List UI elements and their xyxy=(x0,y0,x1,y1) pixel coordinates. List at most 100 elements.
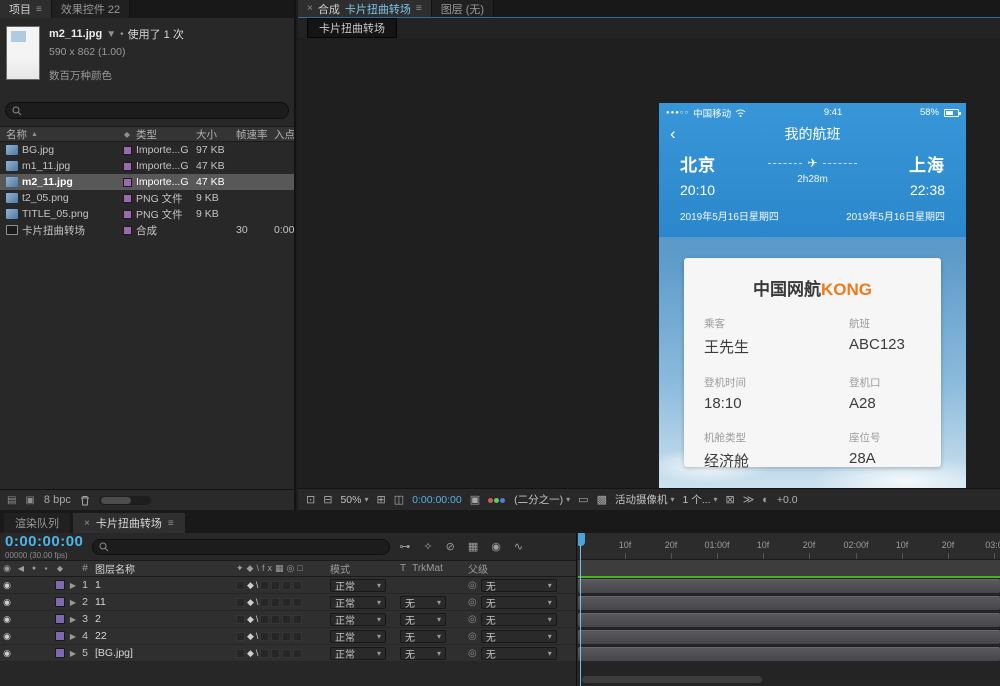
column-header-fps[interactable]: 帧速率 xyxy=(236,127,274,142)
lock-toggle[interactable] xyxy=(40,628,52,644)
switch-box[interactable] xyxy=(293,632,302,641)
pixel-aspect-correction-icon[interactable]: ⊠ xyxy=(726,493,735,506)
current-time-display[interactable]: 0:00:00:00 xyxy=(412,494,462,506)
panel-menu-icon[interactable]: ≡ xyxy=(416,3,422,14)
table-row[interactable]: BG.jpg Importe...G 97 KB xyxy=(0,142,294,158)
solo-column-icon[interactable]: ● xyxy=(28,561,40,576)
grid-and-guides-icon[interactable]: ⊞ xyxy=(376,493,385,506)
tab-timeline-comp[interactable]: × 卡片扭曲转场 ≡ xyxy=(73,513,185,533)
switch-box[interactable] xyxy=(271,649,280,658)
project-search-input[interactable] xyxy=(27,105,282,116)
track-row[interactable] xyxy=(578,594,1000,611)
expand-arrow-icon[interactable]: ▶ xyxy=(68,611,78,627)
view-layout-dropdown[interactable]: 1 个...▾ xyxy=(682,492,717,507)
label-color-swatch[interactable] xyxy=(123,146,132,155)
parent-dropdown[interactable]: 无▾ xyxy=(481,579,557,592)
audio-toggle[interactable] xyxy=(14,611,28,627)
solo-toggle[interactable] xyxy=(28,577,40,593)
quality-icon[interactable]: ◆ xyxy=(247,597,254,608)
panel-menu-icon[interactable]: ≡ xyxy=(36,4,42,15)
solo-toggle[interactable] xyxy=(28,611,40,627)
switch-box[interactable] xyxy=(236,598,245,607)
audio-toggle[interactable] xyxy=(14,645,28,661)
layer-duration-bar[interactable] xyxy=(578,596,1000,610)
layer-label-swatch[interactable] xyxy=(55,580,65,590)
lock-toggle[interactable] xyxy=(40,611,52,627)
parent-dropdown[interactable]: 无▾ xyxy=(481,647,557,660)
tab-layer-viewer[interactable]: 图层 (无) xyxy=(432,0,494,17)
switch-box[interactable] xyxy=(282,581,291,590)
time-ruler[interactable]: 10f 20f 01:00f 10f 20f 02:00f 10f 20f 03… xyxy=(578,533,1000,560)
expand-arrow-icon[interactable]: ▶ xyxy=(68,628,78,644)
layer-row[interactable]: ◉ ▶ 5 [BG.jpg] ◆ \ 正常▾ 无▾ ◎无▾ xyxy=(0,645,576,662)
layer-row[interactable]: ◉ ▶ 3 2 ◆ \ 正常▾ 无▾ ◎无▾ xyxy=(0,611,576,628)
footage-name-dropdown-icon[interactable]: ▼ xyxy=(106,29,116,40)
panel-menu-icon[interactable]: ≡ xyxy=(168,518,174,529)
column-header-inpoint[interactable]: 入点 xyxy=(274,127,294,142)
switch-box[interactable] xyxy=(282,615,291,624)
label-color-swatch[interactable] xyxy=(123,210,132,219)
frame-blending-icon[interactable]: ▦ xyxy=(468,540,478,553)
parent-dropdown[interactable]: 无▾ xyxy=(481,596,557,609)
parent-pickwhip-icon[interactable]: ◎ xyxy=(468,648,477,659)
new-folder-icon[interactable]: ▣ xyxy=(25,495,34,506)
layer-switches[interactable]: ◆ \ xyxy=(234,645,330,661)
layer-name[interactable]: 11 xyxy=(92,594,234,610)
view-dropdown[interactable]: 活动摄像机▾ xyxy=(615,492,675,507)
mode-dropdown[interactable]: 正常▾ xyxy=(330,613,386,626)
project-search[interactable] xyxy=(5,102,289,119)
track-row[interactable] xyxy=(578,628,1000,645)
label-swatch-cell[interactable] xyxy=(52,594,68,610)
switch-box[interactable] xyxy=(271,581,280,590)
track-row[interactable] xyxy=(578,645,1000,662)
quality-icon[interactable]: ◆ xyxy=(247,580,254,591)
expand-arrow-icon[interactable]: ▶ xyxy=(68,577,78,593)
trkmat-dropdown[interactable]: 无▾ xyxy=(400,630,446,643)
parent-dropdown[interactable]: 无▾ xyxy=(481,613,557,626)
mode-column-header[interactable]: 模式 xyxy=(330,561,400,576)
number-column-header[interactable]: # xyxy=(78,561,92,576)
resolution-dropdown[interactable]: (二分之一)▾ xyxy=(514,492,570,507)
table-row[interactable]: m1_11.jpg Importe...G 47 KB xyxy=(0,158,294,174)
label-swatch-cell[interactable] xyxy=(52,628,68,644)
layer-name[interactable]: 22 xyxy=(92,628,234,644)
layer-duration-bar[interactable] xyxy=(578,647,1000,661)
close-icon[interactable]: × xyxy=(84,518,90,529)
layer-row[interactable]: ◉ ▶ 1 1 ◆ \ 正常▾ ◎无▾ xyxy=(0,577,576,594)
layer-label-swatch[interactable] xyxy=(55,614,65,624)
quality-icon[interactable]: ◆ xyxy=(247,648,254,659)
audio-toggle[interactable] xyxy=(14,628,28,644)
eye-toggle-icon[interactable]: ◉ xyxy=(0,594,14,610)
quality-icon[interactable]: ◆ xyxy=(247,614,254,625)
mode-dropdown[interactable]: 正常▾ xyxy=(330,630,386,643)
panel-scrollbar[interactable] xyxy=(99,496,151,505)
label-swatch-cell[interactable] xyxy=(52,577,68,593)
layer-switches[interactable]: ◆ \ xyxy=(234,628,330,644)
switches-column-header[interactable]: ✦◆\fx▦◎□ xyxy=(234,561,330,576)
mask-visibility-icon[interactable]: ◫ xyxy=(394,493,404,506)
parent-pickwhip-icon[interactable]: ◎ xyxy=(468,614,477,625)
switch-box[interactable] xyxy=(282,632,291,641)
layer-label-swatch[interactable] xyxy=(55,648,65,658)
trkmat-column-header[interactable]: TTrkMat xyxy=(400,561,464,576)
audio-toggle[interactable] xyxy=(14,594,28,610)
transparency-grid-icon[interactable]: ▩ xyxy=(597,493,607,506)
layer-row[interactable]: ◉ ▶ 2 11 ◆ \ 正常▾ 无▾ ◎无▾ xyxy=(0,594,576,611)
video-column-icon[interactable]: ◉ xyxy=(0,561,14,576)
layer-name[interactable]: 2 xyxy=(92,611,234,627)
solo-toggle[interactable] xyxy=(28,628,40,644)
tab-composition[interactable]: × 合成 卡片扭曲转场 ≡ xyxy=(298,0,432,17)
layer-label-swatch[interactable] xyxy=(55,631,65,641)
layer-name-column-header[interactable]: 图层名称 xyxy=(92,561,234,576)
switch-box[interactable] xyxy=(236,581,245,590)
shy-layers-icon[interactable]: ⊘ xyxy=(446,540,455,553)
work-area-bar[interactable] xyxy=(578,560,1000,577)
switch-box[interactable] xyxy=(236,615,245,624)
table-row[interactable]: 卡片扭曲转场 合成 30 0:00 xyxy=(0,222,294,238)
audio-toggle[interactable] xyxy=(14,577,28,593)
draft-3d-icon[interactable]: ✧ xyxy=(423,540,432,553)
expand-arrow-icon[interactable]: ▶ xyxy=(68,645,78,661)
table-row[interactable]: TITLE_05.png PNG 文件 9 KB xyxy=(0,206,294,222)
tab-render-queue[interactable]: 渲染队列 xyxy=(4,513,70,533)
audio-column-icon[interactable]: ◀ xyxy=(14,561,28,576)
